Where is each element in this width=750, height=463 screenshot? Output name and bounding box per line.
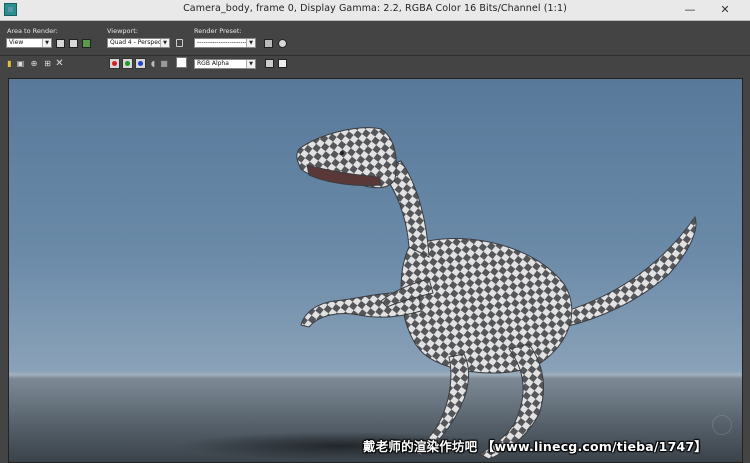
chevron-down-icon: ▼ <box>160 39 169 47</box>
viewport-dropdown[interactable]: Quad 4 - Perspec ▼ <box>107 38 170 48</box>
edit-region-icon[interactable] <box>56 39 65 48</box>
blue-channel-toggle[interactable] <box>135 58 146 69</box>
save-image-icon[interactable]: ▮ <box>5 59 14 69</box>
clear-icon[interactable]: ✕ <box>55 59 64 69</box>
red-dot-icon <box>112 61 117 66</box>
render-preset-value: ------------------------ <box>197 39 249 46</box>
watermark-text: 戴老师的渲染作坊吧 【www.linecg.com/tieba/1747】 <box>363 439 707 454</box>
color-swatch[interactable] <box>176 57 187 68</box>
viewport-value: Quad 4 - Perspec <box>110 39 162 46</box>
viewport-nav-handle[interactable] <box>712 415 732 435</box>
chevron-down-icon: ▼ <box>246 60 255 68</box>
green-channel-toggle[interactable] <box>122 58 133 69</box>
render-frame-window: Camera_body, frame 0, Display Gamma: 2.2… <box>0 0 750 463</box>
display-channel-dropdown[interactable]: RGB Alpha ▼ <box>194 59 256 69</box>
toggle-ui-icon[interactable] <box>265 59 274 68</box>
area-to-render-dropdown[interactable]: View ▼ <box>6 38 52 48</box>
close-button[interactable]: ✕ <box>712 2 738 18</box>
raptor-model <box>296 127 697 460</box>
area-to-render-label: Area to Render: <box>7 27 58 35</box>
render-toolbar: Area to Render: View ▼ Viewport: Quad 4 … <box>0 21 750 55</box>
minimize-button[interactable]: — <box>677 2 703 18</box>
render-preset-dropdown[interactable]: ------------------------ ▼ <box>194 38 256 48</box>
render-region-icon[interactable] <box>82 39 91 48</box>
raptor-eye <box>340 151 344 155</box>
green-dot-icon <box>125 61 130 66</box>
auto-region-icon[interactable] <box>69 39 78 48</box>
toggle-overlay-icon[interactable] <box>278 59 287 68</box>
window-title: Camera_body, frame 0, Display Gamma: 2.2… <box>183 3 567 14</box>
chevron-down-icon: ▼ <box>246 39 255 47</box>
viewport-label: Viewport: <box>107 27 138 35</box>
print-icon[interactable]: ⊞ <box>43 59 52 69</box>
copy-image-icon[interactable]: ▣ <box>16 59 25 69</box>
channel-toolbar: ▮ ▣ ⊕ ⊞ ✕ ◖ ■ RGB Alpha ▼ <box>0 56 750 72</box>
environment-icon[interactable] <box>278 39 287 48</box>
display-channel-value: RGB Alpha <box>197 60 229 67</box>
render-viewport <box>9 79 742 463</box>
rendered-image <box>179 127 697 460</box>
title-bar: Camera_body, frame 0, Display Gamma: 2.2… <box>0 0 750 21</box>
red-channel-toggle[interactable] <box>109 58 120 69</box>
blue-dot-icon <box>138 61 143 66</box>
monochrome-icon[interactable]: ■ <box>160 59 168 69</box>
alpha-channel-icon[interactable]: ◖ <box>149 59 157 69</box>
clone-frame-icon[interactable]: ⊕ <box>29 59 39 69</box>
chevron-down-icon: ▼ <box>42 39 51 47</box>
area-to-render-value: View <box>9 39 24 46</box>
lock-icon[interactable] <box>176 39 183 47</box>
render-setup-icon[interactable] <box>264 39 273 48</box>
render-preset-label: Render Preset: <box>194 27 242 35</box>
